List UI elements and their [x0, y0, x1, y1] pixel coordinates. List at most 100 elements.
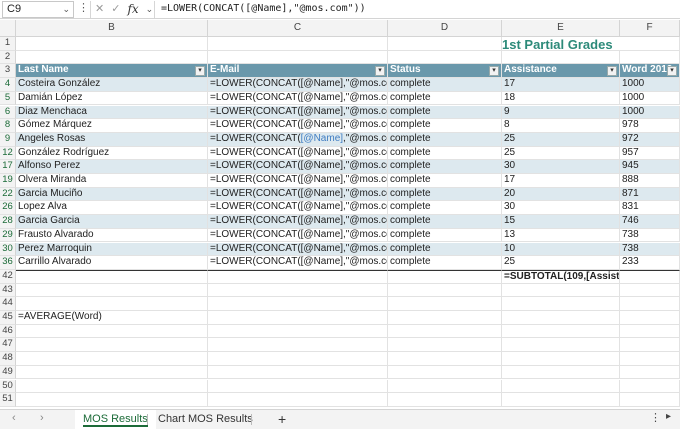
- grid-cell[interactable]: [16, 365, 208, 380]
- grid-cell[interactable]: [388, 393, 502, 407]
- cell-email[interactable]: =LOWER(CONCAT([@Name],"@mos.com"): [208, 78, 388, 92]
- name-box[interactable]: C9 ⌄: [2, 1, 74, 18]
- grid-cell[interactable]: [388, 311, 502, 325]
- row-number[interactable]: 48: [0, 352, 16, 366]
- grid-cell[interactable]: [620, 393, 680, 407]
- tab-chart-mos-results[interactable]: Chart MOS Results: [150, 410, 261, 429]
- grid-cell[interactable]: [502, 365, 620, 380]
- grid-cell[interactable]: [388, 365, 502, 380]
- row-number[interactable]: 8: [0, 119, 16, 133]
- cell-word-2019[interactable]: 738: [620, 228, 680, 243]
- cell-last-name[interactable]: Costeira González: [16, 78, 208, 92]
- cell-word-2019[interactable]: 1000: [620, 91, 680, 106]
- grid-cell[interactable]: [388, 297, 502, 311]
- cell-assistance[interactable]: 25: [502, 146, 620, 161]
- cell-last-name[interactable]: Perez Marroquin: [16, 242, 208, 257]
- filter-dropdown-icon[interactable]: ▾: [489, 66, 499, 77]
- grid-cell[interactable]: [502, 50, 620, 65]
- cell-last-name[interactable]: Diaz Menchaca: [16, 105, 208, 120]
- row-number[interactable]: 47: [0, 338, 16, 353]
- cell-assistance[interactable]: 17: [502, 78, 620, 92]
- sheet-title[interactable]: 1st Partial Grades: [502, 37, 620, 52]
- row-number[interactable]: 17: [0, 160, 16, 174]
- grid-cell[interactable]: [620, 365, 680, 380]
- cell-status[interactable]: complete: [388, 174, 502, 188]
- column-header-e[interactable]: E: [502, 20, 620, 37]
- cell-status[interactable]: complete: [388, 242, 502, 257]
- cell-word-2019[interactable]: 972: [620, 132, 680, 147]
- grid-cell[interactable]: [620, 50, 680, 65]
- grid-cell[interactable]: [502, 338, 620, 353]
- name-box-dropdown-icon[interactable]: ⌄: [62, 2, 70, 17]
- cell-assistance[interactable]: 25: [502, 132, 620, 147]
- grid-cell[interactable]: [620, 283, 680, 298]
- cell-last-name[interactable]: Garcia Muciño: [16, 187, 208, 202]
- grid-cell[interactable]: [620, 37, 680, 51]
- grid-cell[interactable]: [208, 50, 388, 65]
- row-number[interactable]: 51: [0, 393, 16, 407]
- filter-dropdown-icon[interactable]: ▾: [375, 66, 385, 77]
- filter-dropdown-icon[interactable]: ▾: [607, 66, 617, 77]
- grid-cell[interactable]: [16, 269, 208, 284]
- cell-last-name[interactable]: Lopez Alva: [16, 201, 208, 216]
- column-header-d[interactable]: D: [388, 20, 502, 37]
- grid-cell[interactable]: [502, 283, 620, 298]
- row-number[interactable]: 5: [0, 91, 16, 106]
- grid-cell[interactable]: [16, 352, 208, 366]
- row-number[interactable]: 4: [0, 78, 16, 92]
- subtotal-cell[interactable]: =SUBTOTAL(109,[Assistance: [502, 269, 620, 284]
- scroll-right-icon[interactable]: ▸: [666, 411, 671, 422]
- next-sheet-icon[interactable]: ›: [40, 412, 44, 424]
- row-number[interactable]: 28: [0, 215, 16, 229]
- grid-cell[interactable]: [16, 297, 208, 311]
- row-number[interactable]: 46: [0, 324, 16, 339]
- select-all-corner[interactable]: [0, 20, 16, 37]
- grid-cell[interactable]: [16, 283, 208, 298]
- cell-last-name[interactable]: Damián López: [16, 91, 208, 106]
- grid-cell[interactable]: [620, 338, 680, 353]
- row-number[interactable]: 50: [0, 379, 16, 394]
- row-number[interactable]: 49: [0, 365, 16, 380]
- grid-cell[interactable]: [388, 352, 502, 366]
- prev-sheet-icon[interactable]: ‹: [12, 412, 16, 424]
- header-email[interactable]: E-Mail ▾: [208, 64, 388, 79]
- grid-cell[interactable]: [208, 352, 388, 366]
- cell-status[interactable]: complete: [388, 201, 502, 216]
- enter-icon[interactable]: ✓: [111, 2, 120, 17]
- grid-cell[interactable]: [388, 324, 502, 339]
- grid-cell[interactable]: [208, 365, 388, 380]
- row-number[interactable]: 29: [0, 228, 16, 243]
- cancel-icon[interactable]: ✕: [95, 2, 104, 17]
- header-status[interactable]: Status ▾: [388, 64, 502, 79]
- header-last-name[interactable]: Last Name ▾: [16, 64, 208, 79]
- cell-word-2019[interactable]: 888: [620, 174, 680, 188]
- cell-email[interactable]: =LOWER(CONCAT([@Name],"@mos.com"): [208, 174, 388, 188]
- cell-assistance[interactable]: 30: [502, 201, 620, 216]
- cell-assistance[interactable]: 20: [502, 187, 620, 202]
- tab-mos-results[interactable]: MOS Results: [75, 410, 156, 429]
- formula-bar-menu-icon[interactable]: ⋮: [78, 1, 89, 18]
- cell-email[interactable]: =LOWER(CONCAT([@Name],"@mos.com"): [208, 256, 388, 270]
- cell-assistance[interactable]: 25: [502, 256, 620, 270]
- cell-last-name[interactable]: González Rodríguez: [16, 146, 208, 161]
- row-number[interactable]: 45: [0, 311, 16, 325]
- cell-status[interactable]: complete: [388, 256, 502, 270]
- grid-cell[interactable]: [208, 324, 388, 339]
- grid-cell[interactable]: [208, 338, 388, 353]
- cell-email[interactable]: =LOWER(CONCAT([@Name],"@mos.com"): [208, 187, 388, 202]
- row-number[interactable]: 1: [0, 37, 16, 51]
- grid-cell[interactable]: [208, 311, 388, 325]
- cell-word-2019[interactable]: 945: [620, 160, 680, 174]
- grid-cell[interactable]: [16, 324, 208, 339]
- row-number[interactable]: 3: [0, 64, 16, 79]
- cell-last-name[interactable]: Alfonso Perez: [16, 160, 208, 174]
- grid-cell[interactable]: [502, 311, 620, 325]
- row-number[interactable]: 30: [0, 242, 16, 257]
- grid-cell[interactable]: [502, 379, 620, 394]
- header-assistance[interactable]: Assistance ▾: [502, 64, 620, 79]
- cell-last-name[interactable]: Angeles Rosas: [16, 132, 208, 147]
- grid-cell[interactable]: [208, 297, 388, 311]
- grid-cell[interactable]: [620, 311, 680, 325]
- more-options-icon[interactable]: ⋮: [650, 411, 661, 424]
- average-formula-cell[interactable]: =AVERAGE(Word): [16, 311, 208, 325]
